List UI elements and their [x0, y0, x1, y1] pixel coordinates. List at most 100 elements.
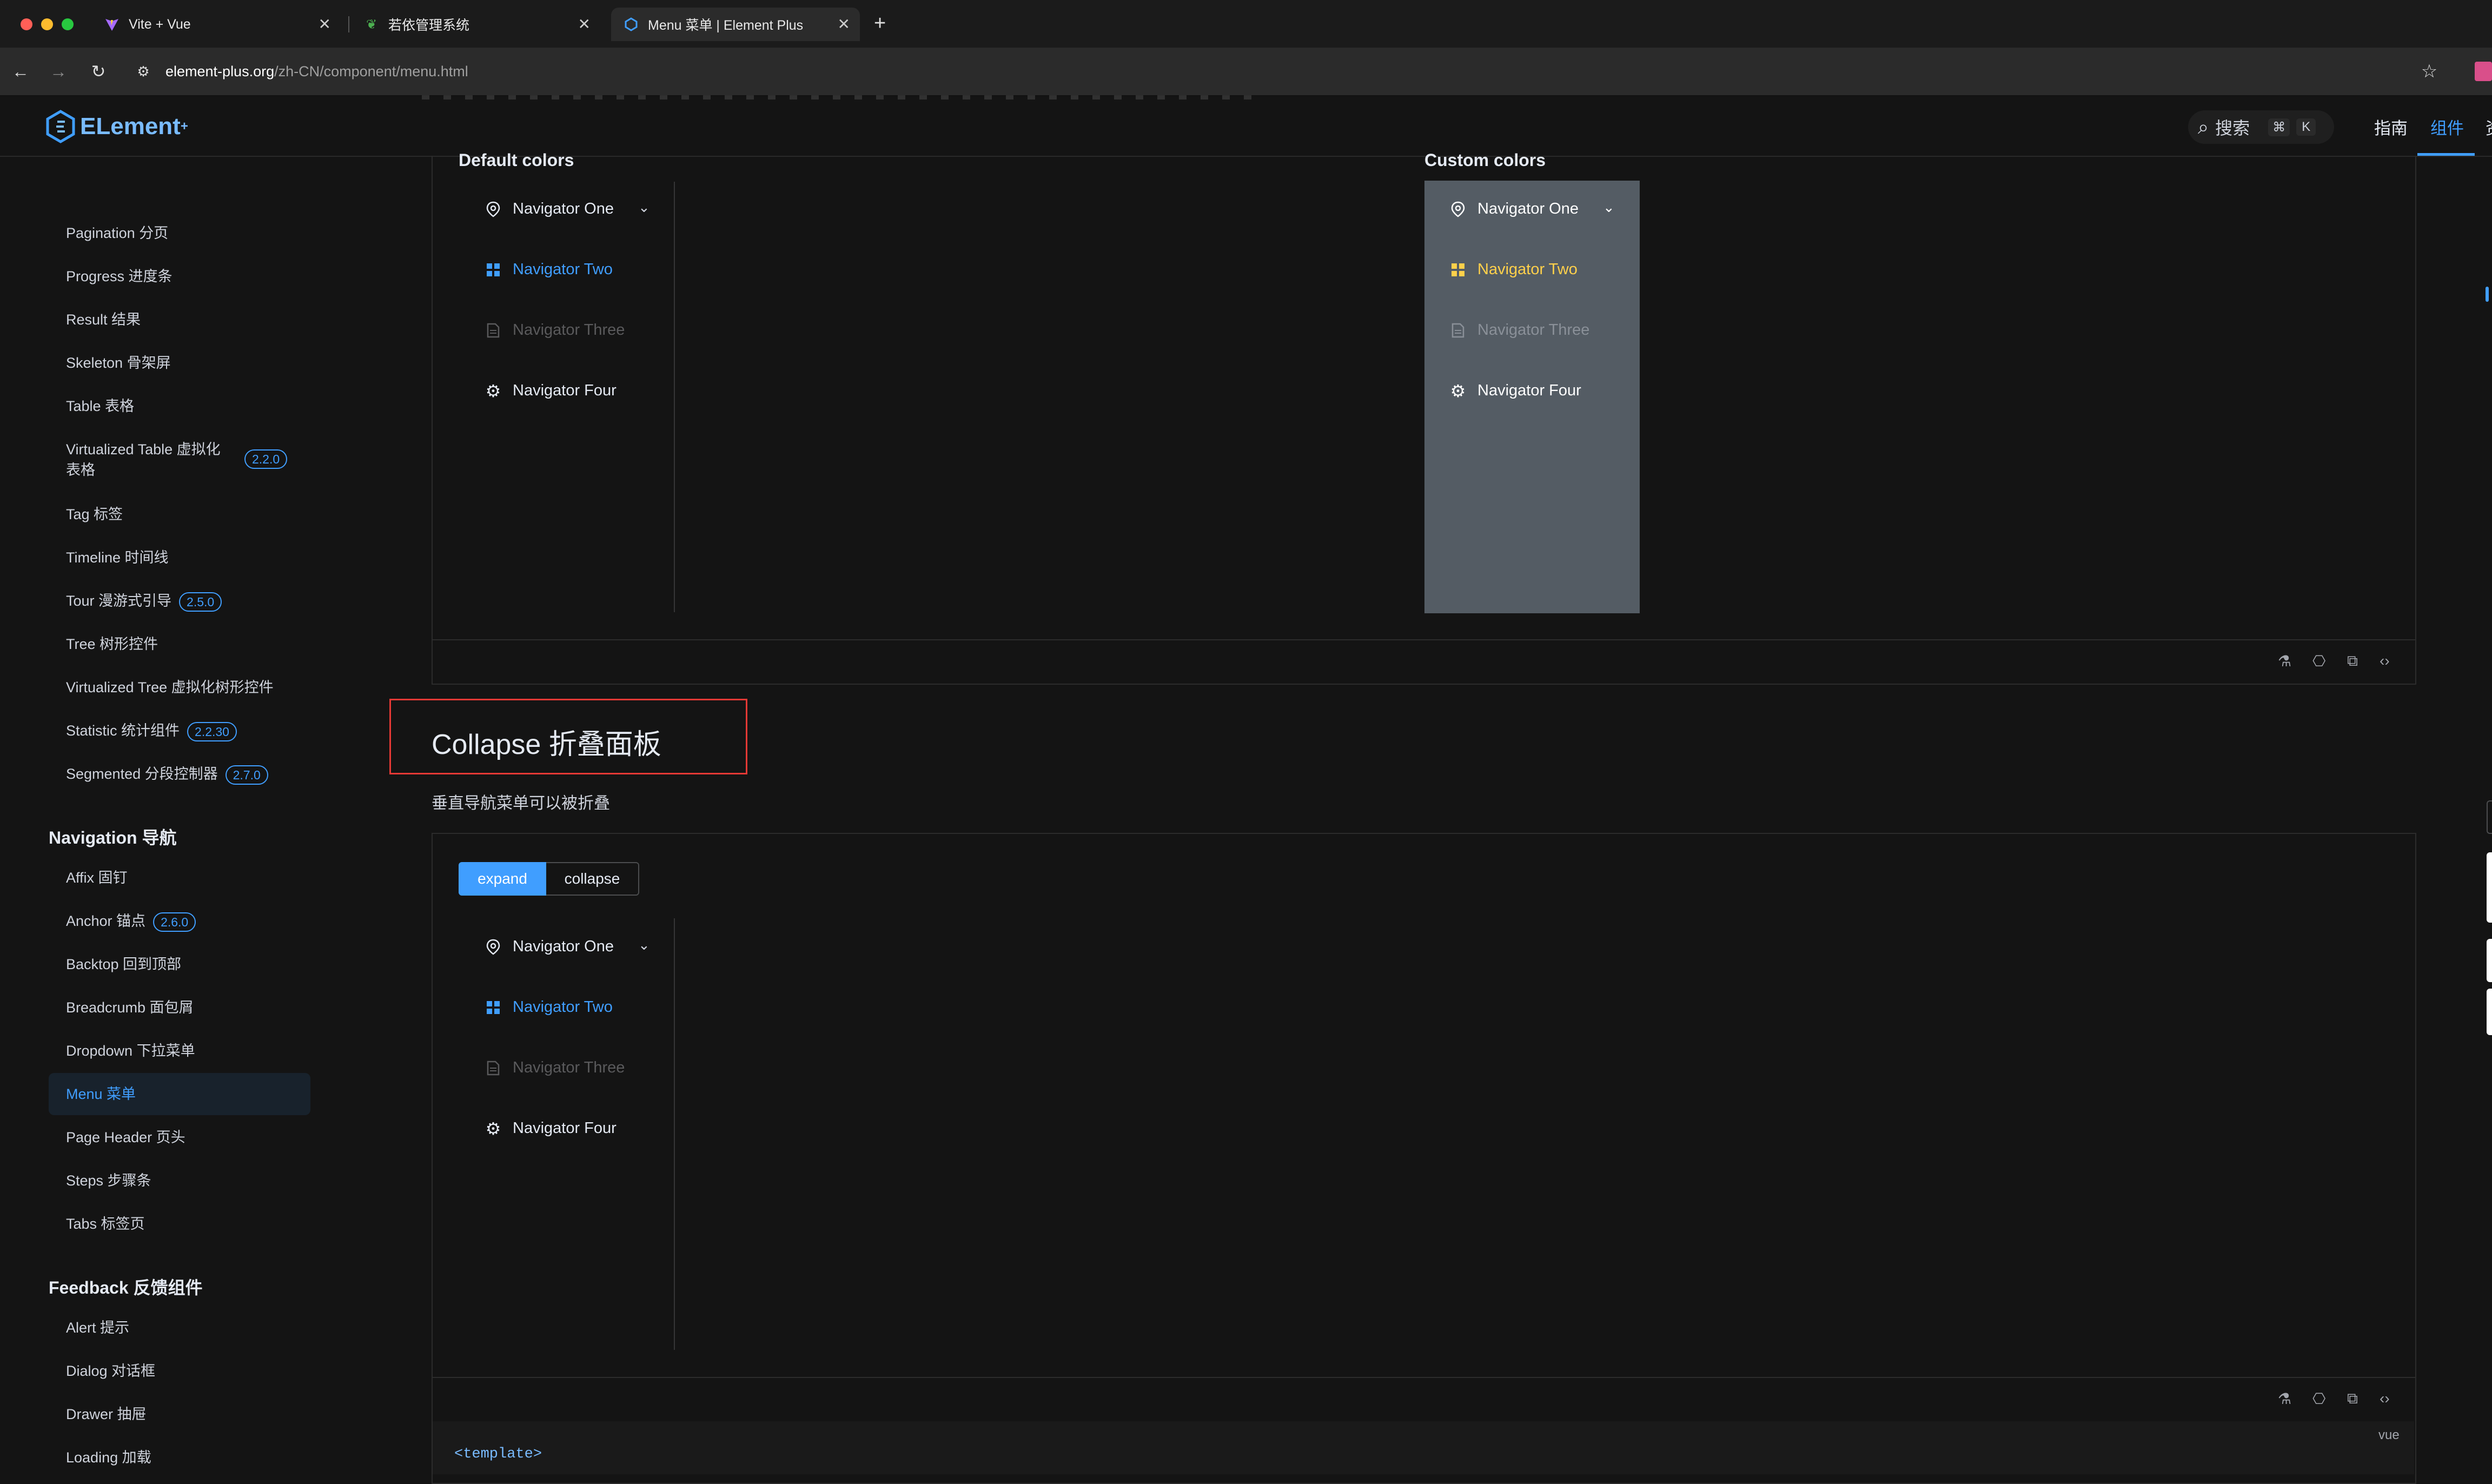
view-source-icon[interactable]: ‹› [2380, 652, 2390, 670]
chevron-down-icon[interactable]: ⌄ [1603, 199, 1615, 216]
browser-tab-bar: Vite + Vue ✕ ❦ 若依管理系统 ✕ Menu 菜单 | Elemen… [0, 0, 2492, 48]
close-tab-icon[interactable]: ✕ [319, 15, 331, 33]
minimize-window-icon[interactable] [41, 18, 53, 30]
forward-icon[interactable]: → [48, 61, 69, 82]
sidebar-item-statistic[interactable]: Statistic 统计组件 2.2.30 [66, 720, 237, 741]
menu-item-label: Navigator Four [1477, 382, 1581, 399]
menu-grid-icon [1449, 261, 1467, 279]
default-colors-title: Default colors [459, 150, 574, 170]
new-tab-icon[interactable]: + [874, 12, 886, 35]
url-path: /zh-CN/component/menu.html [274, 63, 468, 80]
sidebar-item-dropdown[interactable]: Dropdown 下拉菜单 [66, 1041, 195, 1061]
github-icon[interactable]: ⎔ [2312, 1390, 2325, 1408]
nav-resources[interactable]: 资 [2486, 115, 2492, 139]
sidebar-item-table[interactable]: Table 表格 [66, 396, 134, 416]
back-icon[interactable]: ← [10, 61, 31, 82]
sidebar-item-alert[interactable]: Alert 提示 [66, 1317, 129, 1338]
menu-item-label: Navigator Three [513, 1059, 625, 1076]
search-button[interactable]: ⌕ 搜索 ⌘ K [2188, 110, 2334, 144]
element-plus-logo[interactable]: ELement + [45, 109, 188, 144]
element-icon [623, 16, 639, 32]
code-block [433, 1421, 2414, 1474]
demo-card-collapse [432, 833, 2416, 1484]
custom-menu-item-navigator-one[interactable]: Navigator One [1449, 200, 1579, 218]
menu-item-label: Navigator Three [1477, 321, 1590, 339]
sidebar-item-breadcrumb[interactable]: Breadcrumb 面包屑 [66, 997, 194, 1018]
github-icon[interactable]: ⎔ [2312, 652, 2325, 670]
maximize-window-icon[interactable] [62, 18, 74, 30]
search-icon: ⌕ [2198, 115, 2209, 138]
search-placeholder: 搜索 [2215, 118, 2250, 138]
view-source-icon[interactable]: ‹› [2380, 1390, 2390, 1407]
menu-item-label: Navigator One [1477, 200, 1579, 217]
sidebar-item-timeline[interactable]: Timeline 时间线 [66, 547, 169, 568]
custom-menu-item-navigator-four[interactable]: ⚙ Navigator Four [1449, 381, 1581, 401]
sidebar-item-page-header[interactable]: Page Header 页头 [66, 1127, 185, 1148]
menu-item-label: Navigator Two [1477, 261, 1578, 278]
sidebar-item-backtop[interactable]: Backtop 回到顶部 [66, 954, 181, 975]
browser-tab-element-plus[interactable]: Menu 菜单 | Element Plus ✕ [611, 8, 860, 41]
close-tab-icon[interactable]: ✕ [578, 15, 591, 33]
sidebar-item-pagination[interactable]: Pagination 分页 [66, 223, 168, 243]
document-icon [485, 1059, 502, 1077]
menu-item-navigator-two[interactable]: Navigator Two [485, 261, 613, 279]
playground-icon[interactable]: ⚗ [2278, 652, 2291, 670]
sidebar-item-segmented[interactable]: Segmented 分段控制器 2.7.0 [66, 764, 268, 785]
offscreen-control [2487, 939, 2492, 982]
sidebar-item-tour[interactable]: Tour 漫游式引导 2.5.0 [66, 591, 222, 612]
menu-item-label: Navigator Four [513, 1119, 617, 1137]
menu-item-label: Navigator Three [513, 321, 625, 339]
demo-divider [432, 639, 2415, 640]
sidebar-item-drawer[interactable]: Drawer 抽屉 [66, 1404, 147, 1425]
menu-item-navigator-one[interactable]: Navigator One [485, 200, 614, 218]
sidebar-item-menu[interactable]: Menu 菜单 [66, 1084, 136, 1104]
tab-title: Menu 菜单 | Element Plus [648, 18, 804, 33]
reload-icon[interactable]: ↻ [88, 61, 109, 82]
sidebar-item-dialog[interactable]: Dialog 对话框 [66, 1361, 155, 1381]
nav-components[interactable]: 组件 [2430, 115, 2464, 139]
browser-tab-ruoyi[interactable]: ❦ 若依管理系统 ✕ [352, 8, 600, 41]
sidebar-item-affix[interactable]: Affix 固钉 [66, 867, 128, 888]
sidebar-item-tree[interactable]: Tree 树形控件 [66, 634, 158, 654]
bookmark-star-icon[interactable]: ☆ [2418, 61, 2440, 82]
custom-menu-item-navigator-two[interactable]: Navigator Two [1449, 261, 1578, 279]
sidebar-item-tabs[interactable]: Tabs 标签页 [66, 1214, 145, 1234]
document-icon [1449, 322, 1467, 339]
sidebar-item-virtualized-table[interactable]: Virtualized Table 虚拟化 表格 [66, 439, 221, 480]
extension-icon[interactable] [2475, 62, 2492, 81]
menu-item-navigator-four[interactable]: ⚙ Navigator Four [485, 1119, 617, 1138]
sidebar-item-result[interactable]: Result 结果 [66, 309, 141, 330]
location-icon [485, 938, 502, 956]
version-badge: 2.2.30 [187, 721, 237, 741]
demo-card-colors [432, 156, 2416, 685]
version-badge: 2.2.0 [244, 449, 288, 469]
url-bar[interactable]: element-plus.org/zh-CN/component/menu.ht… [165, 61, 468, 82]
menu-item-navigator-two[interactable]: Navigator Two [485, 998, 613, 1016]
copy-icon[interactable]: ⧉ [2347, 652, 2358, 670]
copy-icon[interactable]: ⧉ [2347, 1390, 2358, 1408]
menu-item-navigator-one[interactable]: Navigator One [485, 938, 614, 956]
chevron-down-icon[interactable]: ⌄ [638, 199, 650, 216]
sidebar-item-loading[interactable]: Loading 加载 [66, 1447, 151, 1468]
menu-item-navigator-three: Navigator Three [485, 321, 625, 339]
sidebar-item-virtualized-tree[interactable]: Virtualized Tree 虚拟化树形控件 [66, 677, 274, 698]
close-tab-icon[interactable]: ✕ [838, 15, 850, 33]
sidebar-item-steps[interactable]: Steps 步骤条 [66, 1170, 151, 1191]
collapse-button[interactable]: collapse [546, 862, 639, 896]
sidebar-item-progress[interactable]: Progress 进度条 [66, 266, 173, 287]
sidebar-item-skeleton[interactable]: Skeleton 骨架屏 [66, 353, 171, 373]
nav-guide[interactable]: 指南 [2374, 115, 2408, 139]
playground-icon[interactable]: ⚗ [2278, 1390, 2291, 1408]
shortcut-cmd-key: ⌘ [2268, 118, 2290, 136]
site-settings-icon[interactable]: ⚙ [132, 61, 154, 82]
section-title: Collapse 折叠面板 [432, 729, 661, 760]
logo-text: ELement [80, 113, 181, 140]
expand-button[interactable]: expand [459, 862, 546, 896]
browser-tab-vite[interactable]: Vite + Vue ✕ [92, 8, 341, 41]
sidebar-item-anchor[interactable]: Anchor 锚点 2.6.0 [66, 911, 196, 932]
nav-active-indicator [2417, 153, 2475, 156]
close-window-icon[interactable] [21, 18, 32, 30]
menu-item-navigator-four[interactable]: ⚙ Navigator Four [485, 381, 617, 401]
sidebar-item-tag[interactable]: Tag 标签 [66, 504, 123, 525]
chevron-down-icon[interactable]: ⌄ [638, 937, 650, 953]
